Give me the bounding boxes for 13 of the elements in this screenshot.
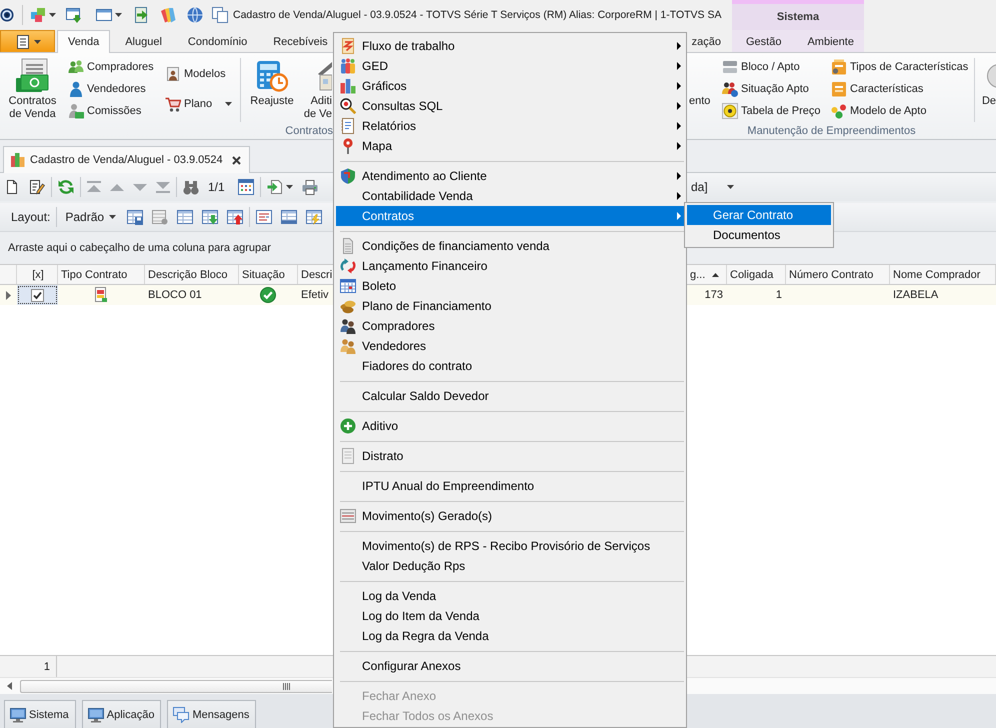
group-panel-hint: Arraste aqui o cabeçalho de uma coluna para agrupar [8, 242, 271, 254]
table-cell: Efetiv [301, 289, 329, 301]
layout-label: Layout: [11, 210, 50, 224]
window-title: Cadastro de Venda/Aluguel - 03.9.0524 - TOTVS Série T Serviços (RM) Alias: CorporeRM | 1-TOTVS SA [233, 9, 722, 21]
context-group-header: Sistema [732, 0, 864, 30]
table-cell: BLOCO 01 [148, 289, 202, 301]
table-cell: IZABELA [893, 289, 938, 301]
group-label: Manutenção de Empreendimentos [747, 125, 916, 137]
table-cell: 173 [704, 289, 723, 301]
footer-count: 1 [44, 660, 50, 672]
group-label: Contratos [285, 125, 333, 137]
record-counter: 1/1 [208, 180, 225, 194]
table-cell: 1 [776, 289, 782, 301]
